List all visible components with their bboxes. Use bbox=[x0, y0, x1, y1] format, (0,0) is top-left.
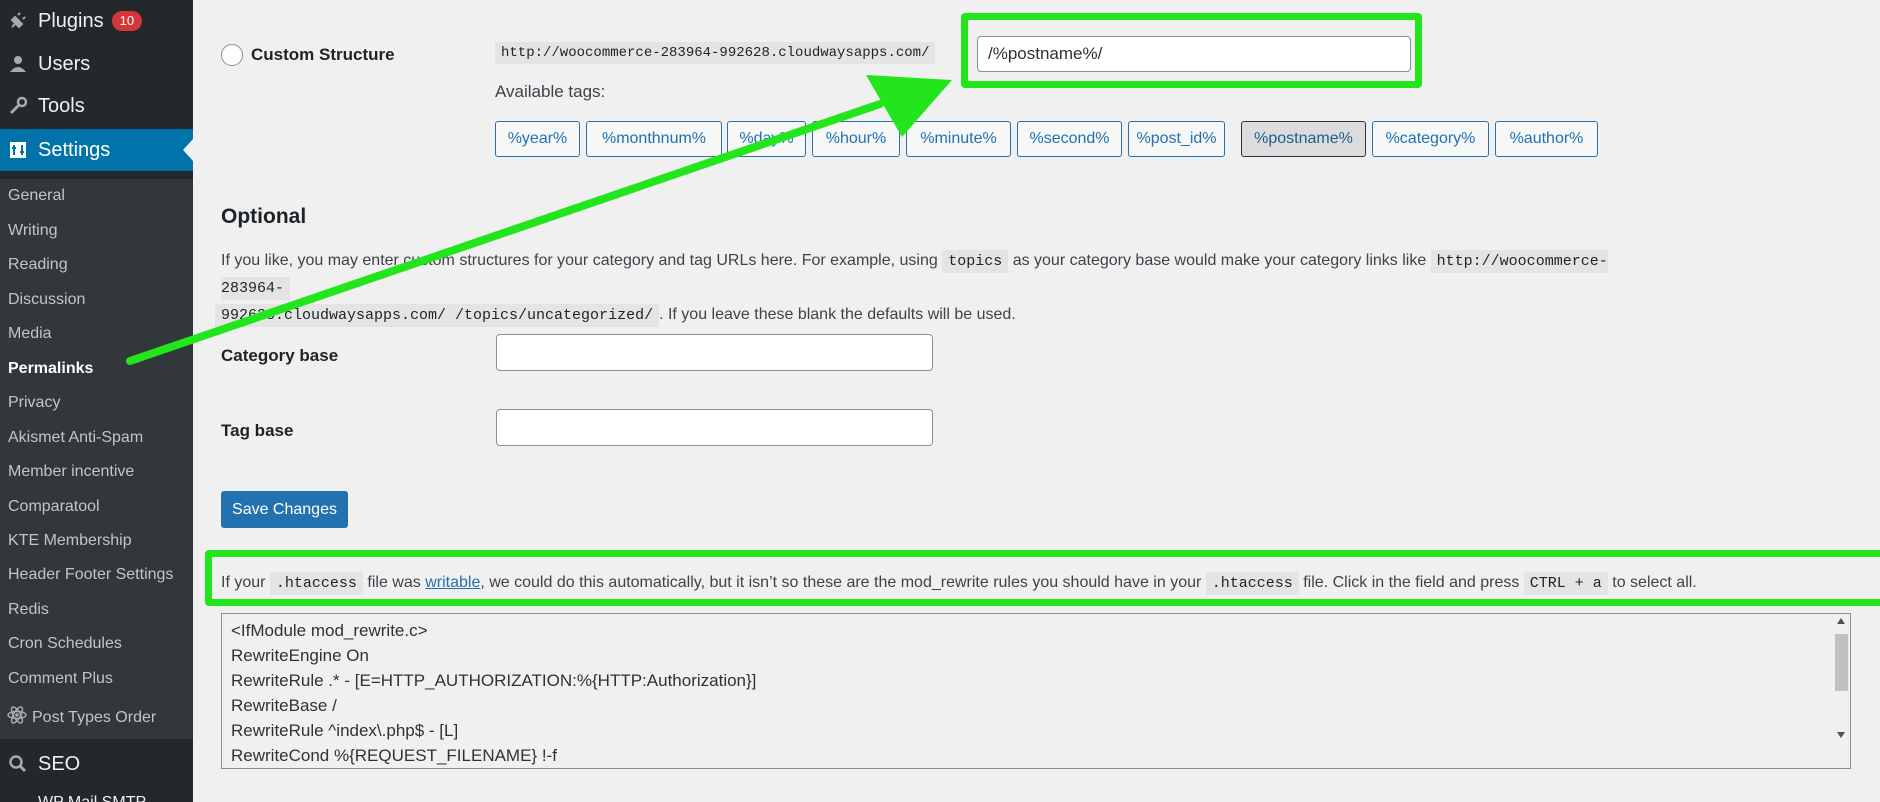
tag-post-id-button[interactable]: %post_id% bbox=[1128, 121, 1225, 157]
tag-category-button[interactable]: %category% bbox=[1372, 121, 1489, 157]
users-icon bbox=[0, 54, 36, 74]
submenu-comment-plus[interactable]: Comment Plus bbox=[8, 670, 113, 688]
rule-line: RewriteCond %{REQUEST_FILENAME} !-f bbox=[231, 746, 557, 765]
category-base-label: Category base bbox=[221, 346, 339, 365]
tag-year-button[interactable]: %year% bbox=[495, 121, 580, 157]
submenu-akismet[interactable]: Akismet Anti-Spam bbox=[8, 429, 143, 447]
rule-line: RewriteRule .* - [E=HTTP_AUTHORIZATION:%… bbox=[231, 671, 757, 690]
admin-sidebar: Plugins 10 Users Tools Settings General … bbox=[0, 0, 193, 802]
menu-seo[interactable]: SEO bbox=[0, 743, 193, 785]
settings-icon bbox=[0, 140, 36, 160]
submenu-writing[interactable]: Writing bbox=[8, 222, 58, 240]
tag-monthnum-button[interactable]: %monthnum% bbox=[586, 121, 722, 157]
menu-plugins[interactable]: Plugins 10 bbox=[0, 0, 193, 42]
rule-line: RewriteEngine On bbox=[231, 646, 369, 665]
save-changes-button[interactable]: Save Changes bbox=[221, 491, 348, 528]
scroll-up-icon[interactable] bbox=[1837, 618, 1845, 624]
textarea-scrollbar[interactable] bbox=[1833, 614, 1850, 768]
annotation-highlight-box bbox=[961, 13, 1422, 88]
submenu-kte-membership[interactable]: KTE Membership bbox=[8, 532, 132, 550]
settings-submenu: General Writing Reading Discussion Media… bbox=[0, 179, 193, 739]
tag-postname-button[interactable]: %postname% bbox=[1241, 121, 1366, 157]
tag-day-button[interactable]: %day% bbox=[727, 121, 806, 157]
submenu-reading[interactable]: Reading bbox=[8, 256, 68, 274]
menu-tools-label: Tools bbox=[38, 94, 85, 117]
menu-wp-mail-smtp-label: WP Mail SMTP bbox=[38, 786, 146, 802]
scrollbar-thumb[interactable] bbox=[1835, 634, 1848, 691]
tools-icon bbox=[0, 96, 36, 116]
atom-icon bbox=[6, 704, 28, 731]
tag-author-button[interactable]: %author% bbox=[1495, 121, 1598, 157]
submenu-redis[interactable]: Redis bbox=[8, 601, 49, 619]
submenu-post-types-order[interactable]: Post Types Order bbox=[6, 704, 156, 731]
plugins-update-badge: 10 bbox=[111, 11, 143, 31]
submenu-post-types-order-label: Post Types Order bbox=[32, 708, 157, 726]
search-icon bbox=[0, 754, 36, 774]
submenu-general[interactable]: General bbox=[8, 187, 65, 205]
annotation-highlight-box-2 bbox=[205, 550, 1880, 606]
submenu-comparatool[interactable]: Comparatool bbox=[8, 498, 100, 516]
rule-line: RewriteBase / bbox=[231, 696, 337, 715]
optional-desc-text-1: If you like, you may enter custom struct… bbox=[221, 252, 938, 269]
available-tags-label: Available tags: bbox=[495, 82, 606, 101]
submenu-header-footer[interactable]: Header Footer Settings bbox=[8, 566, 173, 584]
submenu-discussion[interactable]: Discussion bbox=[8, 291, 85, 309]
menu-settings[interactable]: Settings bbox=[0, 129, 193, 171]
tag-base-label: Tag base bbox=[221, 421, 294, 440]
menu-seo-label: SEO bbox=[38, 752, 81, 775]
category-base-input[interactable] bbox=[496, 334, 933, 371]
scroll-down-icon[interactable] bbox=[1837, 732, 1845, 738]
custom-structure-radio[interactable] bbox=[221, 44, 243, 66]
tag-base-input[interactable] bbox=[496, 409, 933, 446]
main-content: Custom Structure http://woocommerce-2839… bbox=[193, 0, 1880, 802]
optional-heading: Optional bbox=[221, 205, 307, 228]
optional-desc-text-3: . If you leave these blank the defaults … bbox=[659, 306, 1016, 323]
rule-line: <IfModule mod_rewrite.c> bbox=[231, 621, 428, 640]
plugins-icon bbox=[0, 11, 36, 31]
rule-line: RewriteRule ^index\.php$ - [L] bbox=[231, 721, 459, 740]
submenu-cron-schedules[interactable]: Cron Schedules bbox=[8, 635, 122, 653]
submenu-member-incentive[interactable]: Member incentive bbox=[8, 463, 134, 481]
tag-hour-button[interactable]: %hour% bbox=[812, 121, 900, 157]
menu-users[interactable]: Users bbox=[0, 43, 193, 85]
submenu-privacy[interactable]: Privacy bbox=[8, 394, 60, 412]
menu-wp-mail-smtp[interactable]: WP Mail SMTP bbox=[0, 786, 193, 802]
topics-code: topics bbox=[942, 250, 1009, 273]
base-url-code: http://woocommerce-283964-992628.cloudwa… bbox=[495, 42, 936, 64]
custom-structure-label: Custom Structure bbox=[251, 45, 395, 64]
optional-desc-text-2: as your category base would make your ca… bbox=[1012, 252, 1427, 269]
menu-users-label: Users bbox=[38, 52, 91, 75]
submenu-permalinks[interactable]: Permalinks bbox=[8, 360, 93, 378]
menu-plugins-label: Plugins bbox=[38, 9, 104, 32]
rewrite-rules-textarea[interactable]: <IfModule mod_rewrite.c> RewriteEngine O… bbox=[221, 613, 1851, 769]
current-menu-arrow bbox=[183, 139, 193, 161]
tag-minute-button[interactable]: %minute% bbox=[906, 121, 1011, 157]
optional-description: If you like, you may enter custom struct… bbox=[215, 248, 1671, 329]
menu-tools[interactable]: Tools bbox=[0, 85, 193, 127]
example-url-code-2: 992628.cloudwaysapps.com/ /topics/uncate… bbox=[215, 304, 660, 327]
tag-second-button[interactable]: %second% bbox=[1017, 121, 1122, 157]
menu-settings-label: Settings bbox=[38, 138, 111, 161]
submenu-media[interactable]: Media bbox=[8, 325, 52, 343]
